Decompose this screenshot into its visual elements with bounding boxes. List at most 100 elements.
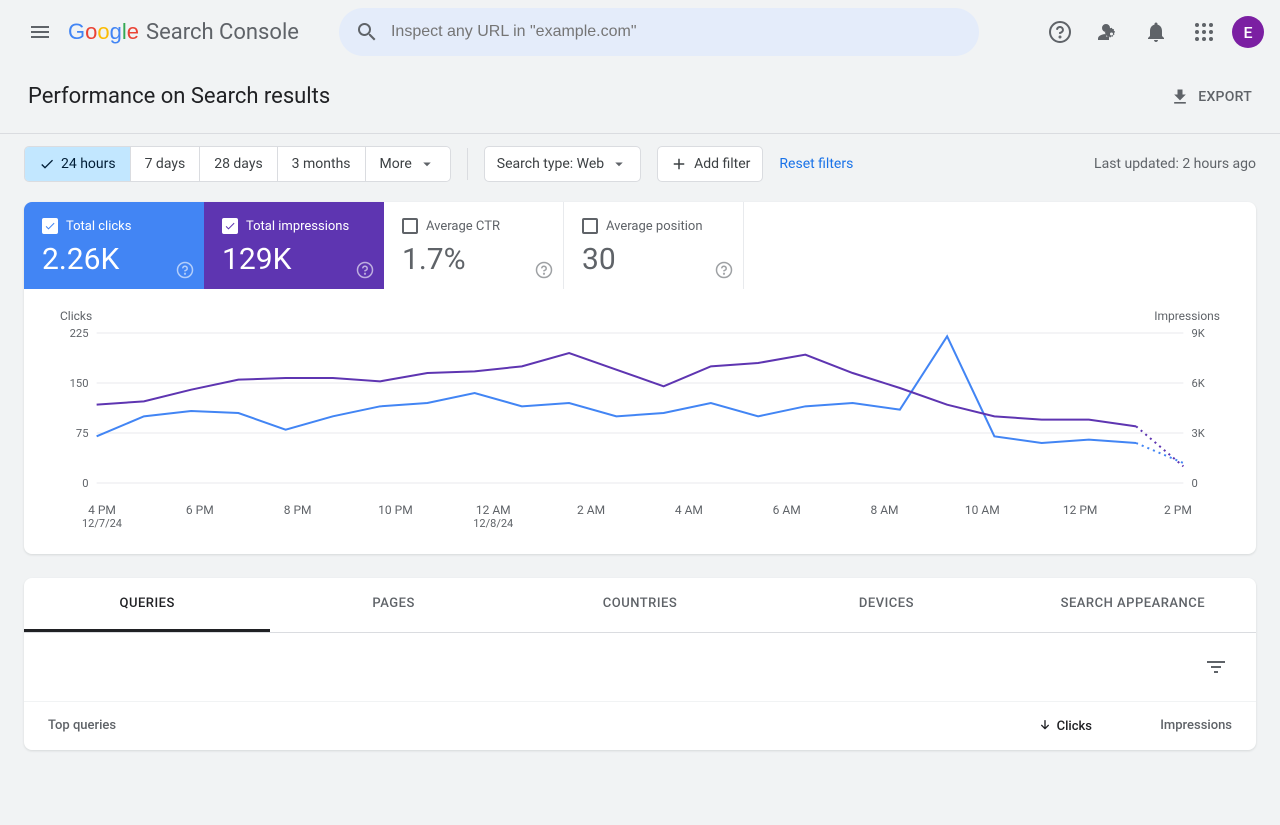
header-actions: E [1040, 12, 1264, 52]
chart-area: Clicks Impressions 0 75 150 225 0 3K 6K 9K 4 PM… [24, 289, 1256, 554]
tab-search-appearance[interactable]: SEARCH APPEARANCE [1010, 578, 1256, 632]
x-axis: 4 PM12/7/24 6 PM 8 PM 10 PM 12 AM12/8/24 2 AM… [60, 503, 1220, 530]
metric-row: Total clicks 2.26K Total impressions 129… [24, 202, 1256, 289]
reset-filters-link[interactable]: Reset filters [779, 156, 853, 172]
svg-text:75: 75 [76, 427, 89, 440]
range-24hours[interactable]: 24 hours [25, 147, 131, 181]
x-tick: 12 PM [1050, 503, 1110, 530]
export-button[interactable]: EXPORT [1170, 87, 1252, 107]
x-tick: 10 AM [952, 503, 1012, 530]
metric-label: Total clicks [66, 219, 131, 234]
svg-text:0: 0 [1192, 477, 1198, 490]
x-tick: 2 PM [1148, 503, 1208, 530]
svg-text:6K: 6K [1192, 377, 1205, 390]
dropdown-arrow-icon [418, 155, 436, 173]
search-type-filter[interactable]: Search type: Web [484, 146, 641, 182]
bell-icon [1144, 20, 1168, 44]
checkbox-unchecked-icon [582, 218, 598, 234]
add-filter-button[interactable]: Add filter [657, 146, 763, 182]
metric-card-clicks[interactable]: Total clicks 2.26K [24, 202, 204, 289]
page-title: Performance on Search results [28, 84, 330, 109]
help-icon [1048, 20, 1072, 44]
x-tick: 6 AM [757, 503, 817, 530]
arrow-down-icon [1037, 718, 1053, 734]
range-3months[interactable]: 3 months [278, 147, 366, 181]
google-logo-icon: Google [68, 20, 142, 44]
date-range-segments: 24 hours 7 days 28 days 3 months More [24, 146, 451, 182]
x-tick: 12 AM12/8/24 [463, 503, 523, 530]
search-input[interactable] [391, 23, 963, 41]
table-filter-button[interactable] [1196, 647, 1236, 687]
svg-text:0: 0 [82, 477, 88, 490]
metric-label: Total impressions [246, 219, 349, 234]
x-tick: 8 PM [268, 503, 328, 530]
performance-card: Total clicks 2.26K Total impressions 129… [24, 202, 1256, 554]
svg-text:Google: Google [68, 20, 139, 44]
help-icon[interactable] [176, 261, 194, 279]
metric-card-ctr[interactable]: Average CTR 1.7% [384, 202, 564, 289]
x-tick: 10 PM [365, 503, 425, 530]
logo[interactable]: Google Search Console [68, 20, 299, 45]
column-top-queries[interactable]: Top queries [48, 718, 932, 734]
table-header: Top queries Clicks Impressions [24, 702, 1256, 750]
x-tick: 2 AM [561, 503, 621, 530]
metric-value: 2.26K [42, 242, 186, 277]
last-updated-text: Last updated: 2 hours ago [1094, 156, 1256, 172]
search-icon [355, 20, 379, 44]
metric-label: Average position [606, 219, 703, 234]
x-tick: 6 PM [170, 503, 230, 530]
apps-grid-icon [1192, 20, 1216, 44]
column-impressions[interactable]: Impressions [1092, 718, 1232, 734]
metric-value: 30 [582, 242, 725, 277]
metric-card-impressions[interactable]: Total impressions 129K [204, 202, 384, 289]
url-inspect-search[interactable] [339, 8, 979, 56]
x-tick: 8 AM [855, 503, 915, 530]
tab-pages[interactable]: PAGES [270, 578, 516, 632]
divider [467, 148, 468, 180]
users-settings-button[interactable] [1088, 12, 1128, 52]
metric-card-position[interactable]: Average position 30 [564, 202, 744, 289]
app-header: Google Search Console E [0, 0, 1280, 64]
apps-button[interactable] [1184, 12, 1224, 52]
product-name: Search Console [146, 20, 299, 45]
svg-text:3K: 3K [1192, 427, 1205, 440]
checkbox-checked-icon [42, 218, 58, 234]
help-button[interactable] [1040, 12, 1080, 52]
range-more[interactable]: More [366, 147, 450, 181]
dimension-tabs: QUERIES PAGES COUNTRIES DEVICES SEARCH A… [24, 578, 1256, 633]
svg-text:225: 225 [70, 327, 89, 340]
plus-icon [670, 155, 688, 173]
right-axis-label: Impressions [1154, 309, 1220, 323]
metric-value: 1.7% [402, 242, 545, 277]
account-avatar[interactable]: E [1232, 16, 1264, 48]
range-28days[interactable]: 28 days [200, 147, 277, 181]
help-icon[interactable] [535, 261, 553, 279]
checkbox-checked-icon [222, 218, 238, 234]
menu-icon [28, 20, 52, 44]
help-icon[interactable] [356, 261, 374, 279]
user-gear-icon [1096, 20, 1120, 44]
x-tick: 4 PM12/7/24 [72, 503, 132, 530]
check-icon [39, 156, 55, 172]
tab-queries[interactable]: QUERIES [24, 578, 270, 632]
metric-value: 129K [222, 242, 366, 277]
table-filter-row [24, 633, 1256, 702]
dimensions-card: QUERIES PAGES COUNTRIES DEVICES SEARCH A… [24, 578, 1256, 750]
notifications-button[interactable] [1136, 12, 1176, 52]
help-icon[interactable] [715, 261, 733, 279]
svg-text:9K: 9K [1192, 327, 1205, 340]
filter-icon [1204, 655, 1228, 679]
checkbox-unchecked-icon [402, 218, 418, 234]
dropdown-arrow-icon [610, 155, 628, 173]
metric-label: Average CTR [426, 219, 500, 234]
tab-devices[interactable]: DEVICES [763, 578, 1009, 632]
svg-text:150: 150 [70, 377, 89, 390]
download-icon [1170, 87, 1190, 107]
hamburger-menu-button[interactable] [16, 8, 64, 56]
performance-chart: 0 75 150 225 0 3K 6K 9K [60, 327, 1220, 497]
left-axis-label: Clicks [60, 309, 92, 323]
tab-countries[interactable]: COUNTRIES [517, 578, 763, 632]
range-7days[interactable]: 7 days [131, 147, 201, 181]
column-clicks[interactable]: Clicks [932, 718, 1092, 734]
x-tick: 4 AM [659, 503, 719, 530]
